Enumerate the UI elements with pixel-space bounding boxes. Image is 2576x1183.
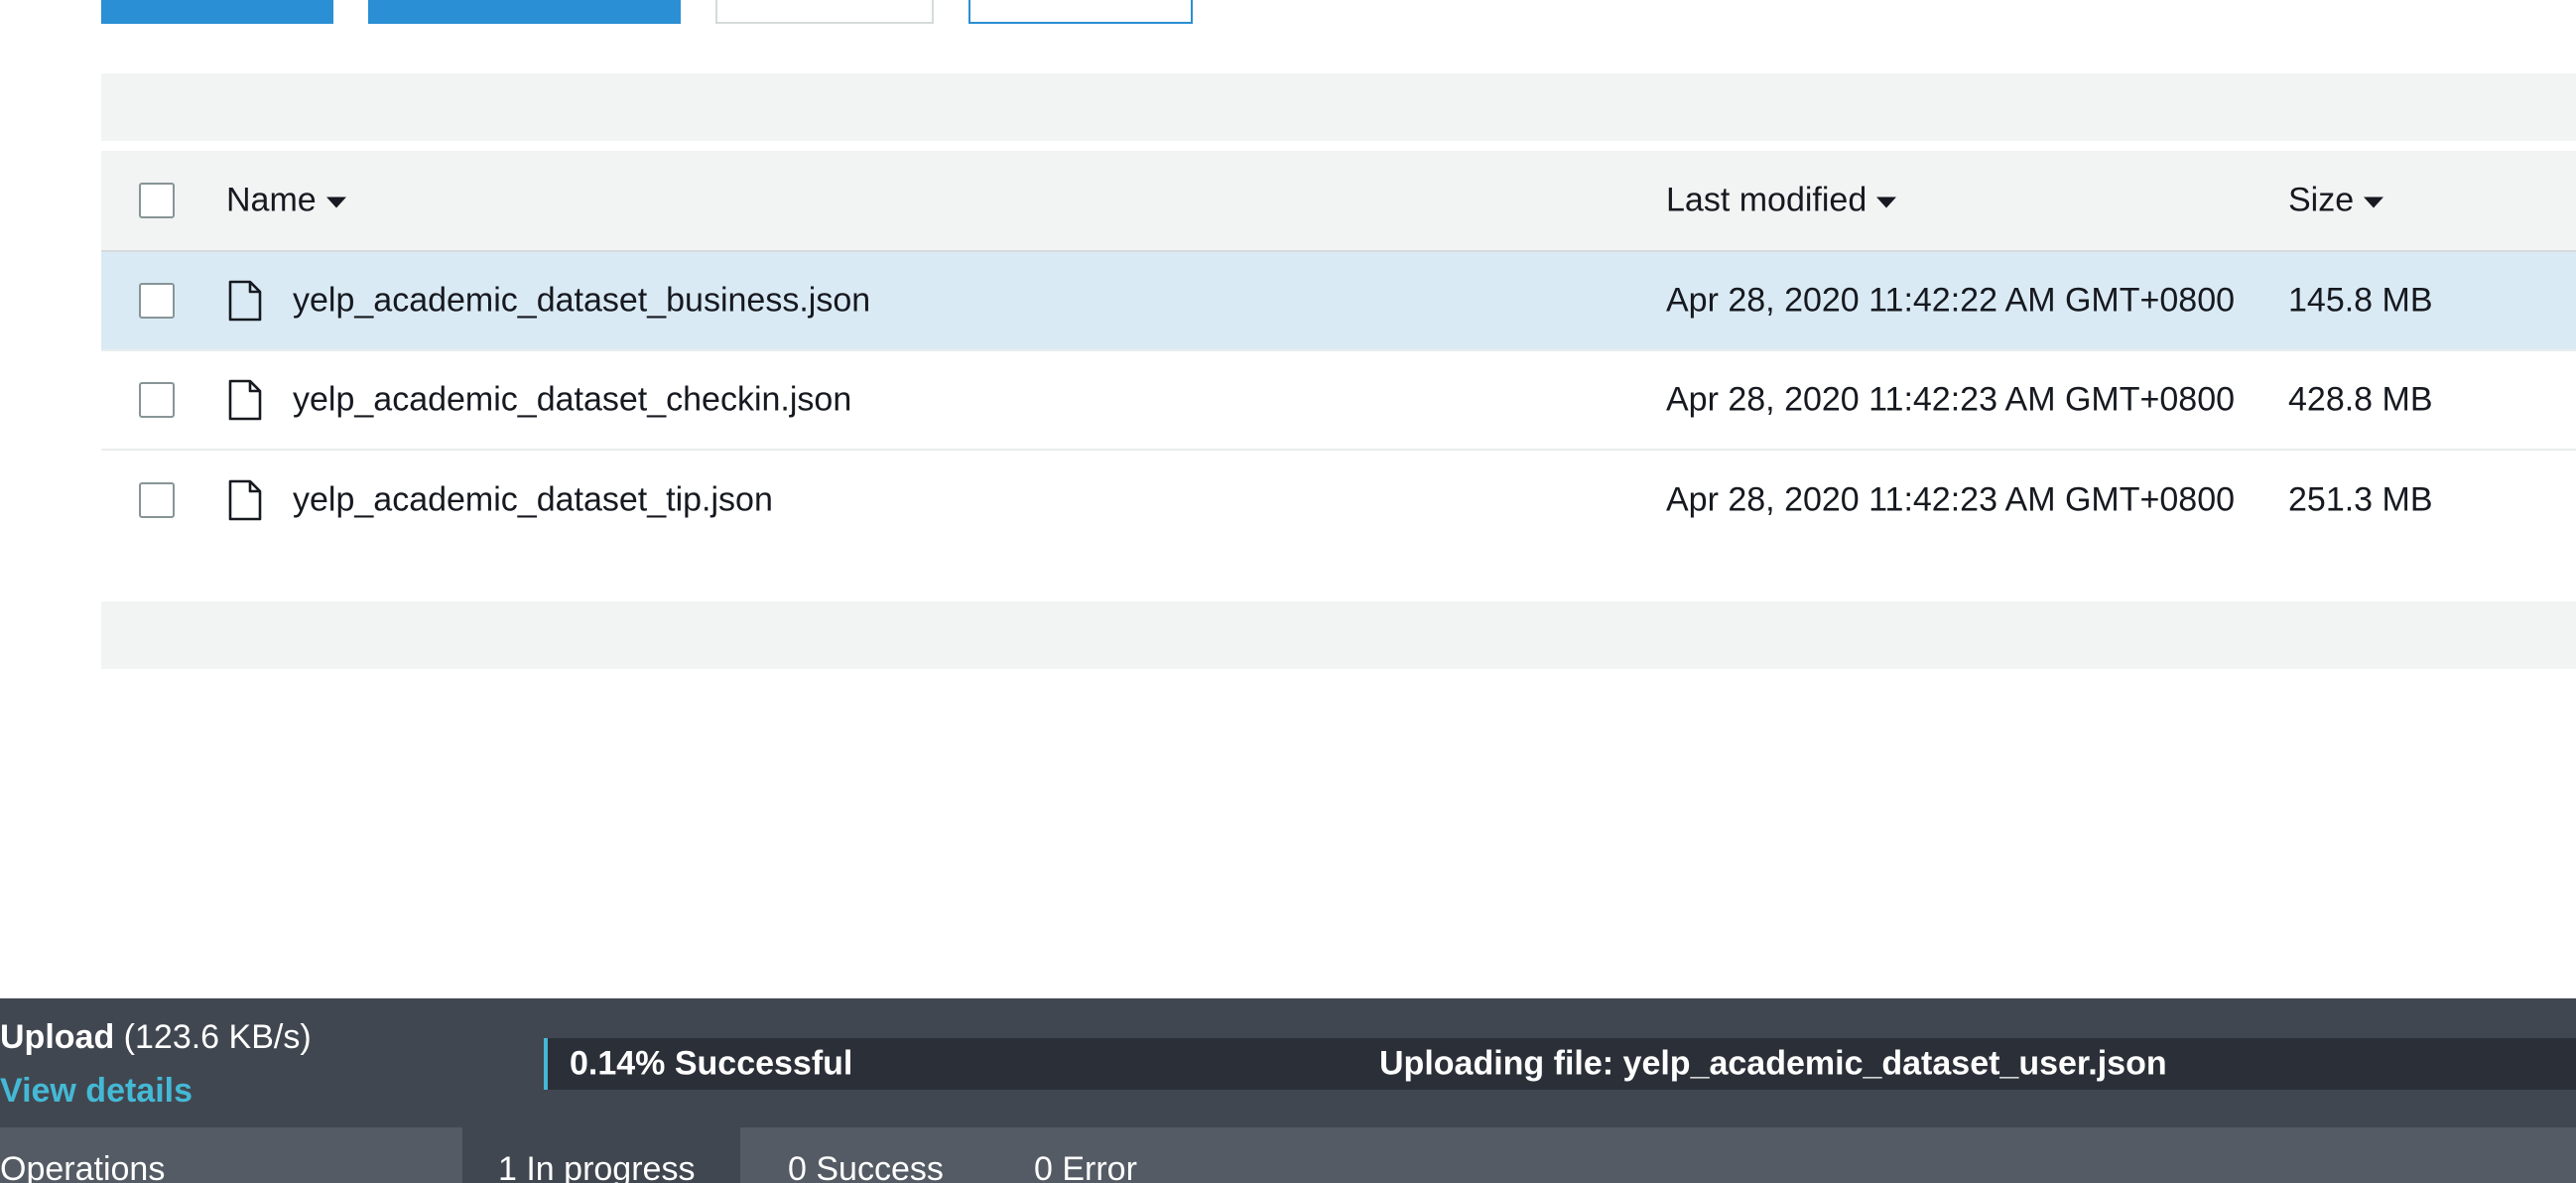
size-value: 428.8 MB xyxy=(2288,380,2433,419)
tab-success[interactable]: 0 Success xyxy=(788,1127,986,1183)
download-button[interactable] xyxy=(715,0,934,24)
tab-error[interactable]: 0 Error xyxy=(1034,1127,1232,1183)
upload-button[interactable] xyxy=(101,0,333,24)
select-all-checkbox[interactable] xyxy=(139,183,175,218)
row-checkbox[interactable] xyxy=(139,283,175,319)
view-details-link[interactable]: View details xyxy=(0,1072,193,1111)
file-icon xyxy=(228,280,262,322)
file-name-link[interactable]: yelp_academic_dataset_checkin.json xyxy=(293,381,851,420)
size-value: 251.3 MB xyxy=(2288,480,2433,519)
filter-bar xyxy=(101,73,2576,141)
row-checkbox[interactable] xyxy=(139,482,175,518)
last-modified-value: Apr 28, 2020 11:42:23 AM GMT+0800 xyxy=(1666,380,2236,419)
table-row[interactable]: yelp_academic_dataset_business.json Apr … xyxy=(101,252,2576,351)
sort-caret-icon xyxy=(2364,197,2384,208)
column-header-last-modified[interactable]: Last modified xyxy=(1666,182,1897,220)
table-header: Name Last modified Size xyxy=(101,151,2576,252)
sort-caret-icon xyxy=(1876,197,1897,208)
file-name-link[interactable]: yelp_academic_dataset_tip.json xyxy=(293,481,773,520)
upload-summary: Upload (123.6 KB/s) View details 0.14% S… xyxy=(0,998,2576,1127)
size-value: 145.8 MB xyxy=(2288,281,2433,320)
tab-in-progress[interactable]: 1 In progress xyxy=(462,1127,740,1183)
objects-table: Name Last modified Size yelp_academic_da… xyxy=(101,151,2576,550)
upload-progress-fill xyxy=(544,1038,549,1090)
progress-percent-label: 0.14% Successful xyxy=(570,1044,853,1083)
tab-operations[interactable]: Operations xyxy=(0,1127,462,1183)
row-checkbox[interactable] xyxy=(139,382,175,418)
file-icon xyxy=(228,479,262,521)
actions-button[interactable] xyxy=(968,0,1193,24)
upload-status-panel: Upload (123.6 KB/s) View details 0.14% S… xyxy=(0,998,2576,1183)
uploading-file-status: Uploading file: yelp_academic_dataset_us… xyxy=(1379,1044,2167,1083)
table-row[interactable]: yelp_academic_dataset_tip.json Apr 28, 2… xyxy=(101,451,2576,550)
create-folder-button[interactable] xyxy=(368,0,681,24)
table-row[interactable]: yelp_academic_dataset_checkin.json Apr 2… xyxy=(101,351,2576,451)
last-modified-value: Apr 28, 2020 11:42:23 AM GMT+0800 xyxy=(1666,480,2236,519)
file-name-link[interactable]: yelp_academic_dataset_business.json xyxy=(293,282,870,321)
last-modified-value: Apr 28, 2020 11:42:22 AM GMT+0800 xyxy=(1666,281,2236,320)
column-header-name[interactable]: Name xyxy=(226,182,346,220)
pagination-bar xyxy=(101,601,2576,669)
upload-progress-bar: 0.14% Successful Uploading file: yelp_ac… xyxy=(544,1038,2576,1090)
upload-title: Upload (123.6 KB/s) xyxy=(0,1018,312,1056)
upload-tabs: Operations 1 In progress 0 Success 0 Err… xyxy=(0,1127,2576,1183)
column-header-size[interactable]: Size xyxy=(2288,182,2384,220)
upload-speed: (123.6 KB/s) xyxy=(123,1018,312,1056)
file-icon xyxy=(228,379,262,421)
sort-caret-icon xyxy=(325,197,346,208)
